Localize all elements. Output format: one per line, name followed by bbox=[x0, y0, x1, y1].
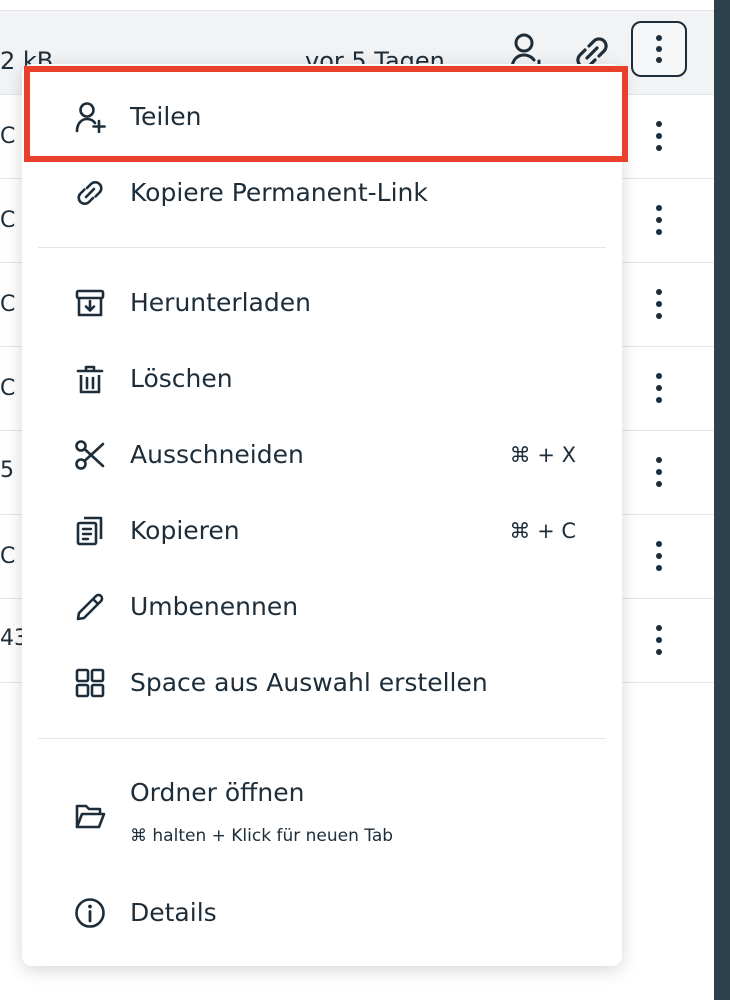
menu-item-label: Space aus Auswahl erstellen bbox=[130, 668, 488, 697]
menu-item-details[interactable]: Details bbox=[22, 884, 622, 942]
menu-item-label: Teilen bbox=[130, 102, 202, 131]
menu-item-label: Details bbox=[130, 898, 217, 927]
list-item: C bbox=[0, 376, 16, 401]
keyboard-shortcut: ⌘ + C bbox=[509, 519, 576, 543]
more-vertical-icon[interactable] bbox=[648, 536, 670, 576]
trash-icon bbox=[76, 365, 104, 394]
menu-item-label: Löschen bbox=[130, 364, 233, 393]
menu-item-download[interactable]: Herunterladen bbox=[22, 274, 622, 332]
grid-icon bbox=[75, 668, 105, 698]
menu-item-label: Kopiere Permanent-Link bbox=[130, 178, 428, 207]
info-icon bbox=[75, 898, 105, 928]
more-vertical-icon[interactable] bbox=[648, 200, 670, 240]
menu-item-cut[interactable]: Ausschneiden ⌘ + X bbox=[22, 426, 622, 484]
right-edge-panel bbox=[714, 0, 730, 1000]
more-vertical-icon[interactable] bbox=[648, 620, 670, 660]
menu-item-copy[interactable]: Kopieren ⌘ + C bbox=[22, 502, 622, 560]
menu-item-label: Ordner öffnen bbox=[130, 778, 305, 807]
list-item: 5 bbox=[0, 458, 14, 483]
menu-item-label: Ausschneiden bbox=[130, 440, 304, 469]
menu-item-label: Herunterladen bbox=[130, 288, 311, 317]
more-vertical-icon[interactable] bbox=[648, 368, 670, 408]
more-vertical-icon[interactable] bbox=[648, 284, 670, 324]
menu-item-hint: ⌘ halten + Klick für neuen Tab bbox=[130, 826, 394, 846]
pencil-icon bbox=[76, 593, 104, 621]
share-user-icon bbox=[75, 102, 106, 133]
context-menu: Teilen Kopiere Permanent-Link Herunterla… bbox=[22, 64, 622, 966]
menu-item-create-space[interactable]: Space aus Auswahl erstellen bbox=[22, 654, 622, 712]
menu-item-delete[interactable]: Löschen bbox=[22, 350, 622, 408]
list-item: 43 bbox=[0, 626, 24, 651]
list-item: C bbox=[0, 292, 16, 317]
menu-separator bbox=[38, 738, 606, 739]
keyboard-shortcut: ⌘ + X bbox=[509, 443, 576, 467]
menu-separator bbox=[38, 247, 606, 248]
list-item: C bbox=[0, 208, 16, 233]
download-icon bbox=[75, 289, 105, 317]
folder-open-icon bbox=[75, 804, 106, 829]
list-item: C bbox=[0, 124, 16, 149]
link-icon bbox=[77, 181, 103, 205]
menu-item-open-folder[interactable]: Ordner öffnen ⌘ halten + Klick für neuen… bbox=[22, 764, 622, 864]
more-vertical-icon bbox=[656, 35, 662, 63]
menu-item-label: Kopieren bbox=[130, 516, 240, 545]
menu-item-share[interactable]: Teilen bbox=[22, 88, 622, 146]
list-item: C bbox=[0, 544, 16, 569]
copy-icon bbox=[76, 516, 103, 546]
more-options-button[interactable] bbox=[631, 21, 687, 77]
menu-item-rename[interactable]: Umbenennen bbox=[22, 578, 622, 636]
scissors-icon bbox=[75, 440, 105, 470]
more-vertical-icon[interactable] bbox=[648, 452, 670, 492]
more-vertical-icon[interactable] bbox=[648, 116, 670, 156]
menu-item-label: Umbenennen bbox=[130, 592, 299, 621]
menu-item-copy-permalink[interactable]: Kopiere Permanent-Link bbox=[22, 164, 622, 222]
